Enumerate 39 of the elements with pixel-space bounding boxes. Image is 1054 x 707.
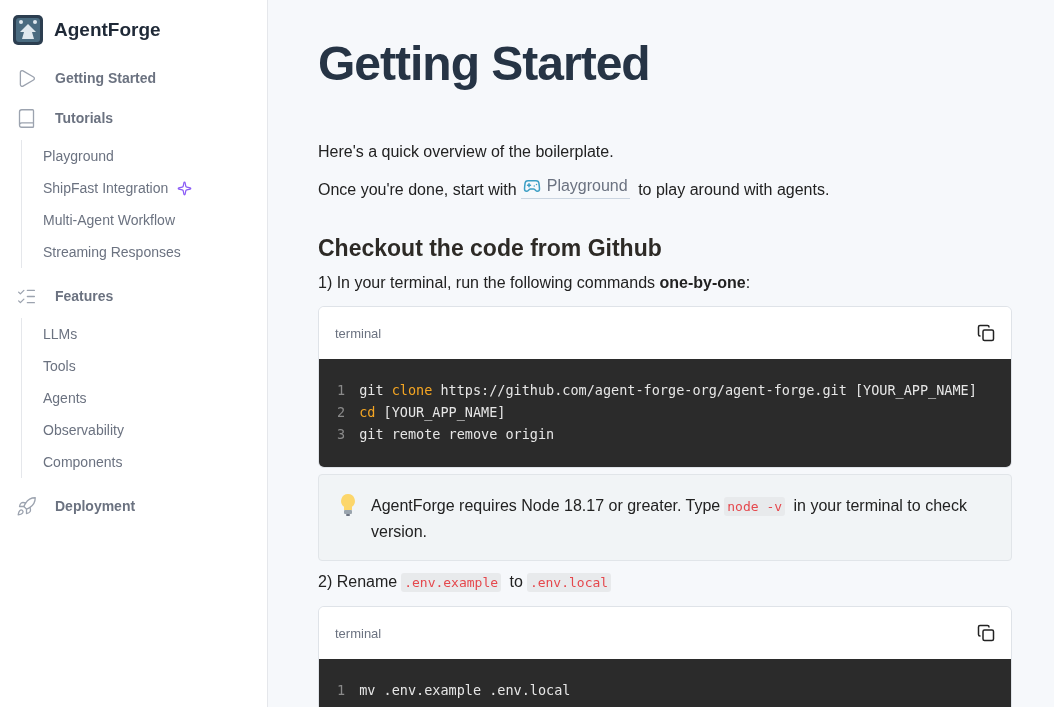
nav-item[interactable]: Streaming Responses (43, 236, 255, 268)
code-line: git clone https://github.com/agent-forge-org/agent-forge.git [YOUR_APP_NAME] (359, 381, 977, 401)
nav-item[interactable]: ShipFast Integration (43, 172, 255, 204)
nav-item[interactable]: LLMs (43, 318, 255, 350)
copy-button[interactable] (977, 624, 995, 642)
copy-button[interactable] (977, 324, 995, 342)
nav-section[interactable]: Deployment (12, 486, 255, 526)
line-number: 1 (337, 381, 346, 400)
callout-text: AgentForge requires Node 18.17 or greater. Type node -v in your terminal to check version. (371, 496, 968, 542)
nav-item[interactable]: Tools (43, 350, 255, 382)
paragraph: Here's a quick overview of the boilerplate. (318, 142, 615, 162)
brand-name: AgentForge (54, 19, 161, 41)
logo-icon (12, 14, 44, 46)
section-heading: Checkout the code from Github (318, 235, 663, 262)
line-number: 3 (337, 425, 346, 444)
paragraph: 1) In your terminal, run the following commands one-by-one: (318, 273, 752, 293)
nav-item[interactable]: Playground (43, 140, 255, 172)
page-title: Getting Started (318, 36, 651, 91)
code-block-label: terminal (335, 325, 382, 341)
nav-item[interactable]: Observability (43, 414, 255, 446)
nav-section[interactable]: Tutorials (12, 98, 255, 138)
paragraph: 2) Rename .env.example to .env.local (318, 571, 1012, 594)
playground-link[interactable]: Playground (520, 175, 630, 199)
code-block-label: terminal (335, 625, 382, 641)
line-number: 2 (337, 403, 346, 422)
nav-item[interactable]: Components (43, 446, 255, 478)
nav-item[interactable]: Agents (43, 382, 255, 414)
code-line: mv .env.example .env.local (359, 681, 571, 700)
rocket-icon (16, 495, 37, 517)
line-number: 1 (337, 681, 346, 700)
code-line: git remote remove origin (359, 425, 555, 444)
lightbulb-icon (339, 493, 357, 517)
code-line: cd [YOUR_APP_NAME] (359, 403, 506, 423)
gamepad-icon (522, 177, 541, 195)
paragraph: Once you're done, start with Playground to play around with agents. (318, 175, 831, 201)
nav-section[interactable]: Getting Started (12, 58, 255, 98)
nav-section[interactable]: Features (12, 276, 255, 316)
book-icon (16, 107, 37, 129)
nav-item[interactable]: Multi-Agent Workflow (43, 204, 255, 236)
